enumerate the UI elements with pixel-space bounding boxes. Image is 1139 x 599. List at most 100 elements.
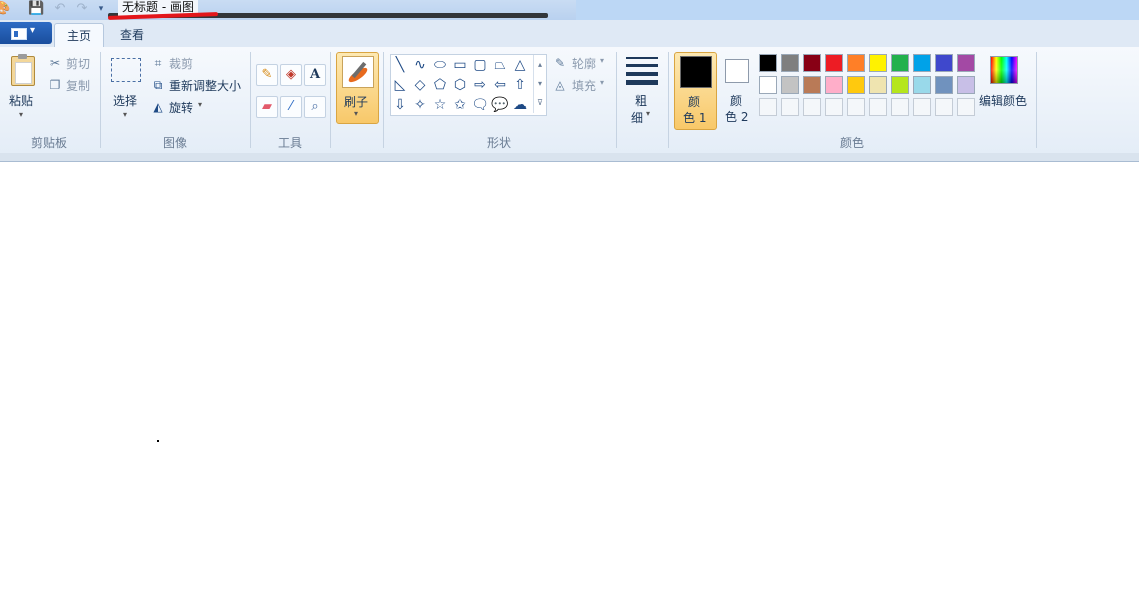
palette-swatch-empty[interactable] [825, 98, 843, 116]
palette-swatch[interactable] [847, 54, 865, 72]
gallery-expand-icon[interactable]: ⊽ [534, 93, 546, 112]
title-bar-fill [576, 0, 1139, 20]
copy-icon: ❐ [49, 78, 61, 92]
magnifier-icon[interactable]: ⌕ [304, 96, 326, 118]
shape-item[interactable]: 🗨 [471, 96, 489, 114]
palette-swatch-empty[interactable] [957, 98, 975, 116]
scroll-down-icon[interactable]: ▾ [534, 74, 546, 93]
size-line [626, 57, 658, 59]
select-label: 选择 [113, 94, 138, 108]
shape-item[interactable]: ⬭ [431, 56, 449, 74]
size-line [626, 64, 658, 67]
shape-item[interactable]: ⇦ [491, 76, 509, 94]
scroll-up-icon[interactable]: ▴ [534, 55, 546, 74]
palette-swatch[interactable] [913, 76, 931, 94]
shape-item[interactable]: ╲ [391, 56, 409, 74]
chevron-down-icon: ▾ [646, 109, 651, 118]
palette-swatch[interactable] [957, 54, 975, 72]
crop-icon: ⌗ [154, 56, 162, 70]
palette-swatch[interactable] [869, 54, 887, 72]
shapes-gallery-scroll[interactable]: ▴ ▾ ⊽ [533, 55, 546, 113]
outline-button[interactable]: 轮廓 [572, 55, 596, 72]
shape-item[interactable]: ⏢ [491, 56, 509, 74]
size-line [626, 72, 658, 76]
color-picker-icon[interactable]: ⁄ [280, 96, 302, 118]
tab-view[interactable]: 查看 [108, 23, 156, 47]
shape-item[interactable]: ⇨ [471, 76, 489, 94]
shape-item[interactable]: △ [511, 56, 529, 74]
edit-colors-label: 编辑颜色 [979, 94, 1028, 108]
palette-swatch[interactable] [891, 54, 909, 72]
shape-item[interactable]: ⇧ [511, 76, 529, 94]
palette-swatch[interactable] [803, 54, 821, 72]
palette-swatch[interactable] [935, 54, 953, 72]
palette-swatch-empty[interactable] [759, 98, 777, 116]
shape-item[interactable]: ◇ [411, 76, 429, 94]
shape-item[interactable]: ▢ [471, 56, 489, 74]
select-button[interactable]: 选择 ▾ [108, 54, 144, 120]
color2-label-line2: 色 2 [725, 110, 749, 124]
crop-button[interactable]: 裁剪 [169, 55, 193, 72]
shape-item[interactable]: ◺ [391, 76, 409, 94]
shape-item[interactable]: ☁ [511, 96, 529, 114]
palette-swatch[interactable] [847, 76, 865, 94]
text-tool-icon[interactable]: A [304, 64, 326, 86]
palette-swatch[interactable] [781, 54, 799, 72]
palette-swatch[interactable] [957, 76, 975, 94]
palette-swatch-empty[interactable] [803, 98, 821, 116]
fill-icon: ◬ [555, 78, 565, 92]
rotate-button[interactable]: 旋转 [169, 99, 193, 116]
size-button[interactable]: 粗 细 ▾ [622, 54, 662, 125]
palette-swatch[interactable] [891, 76, 909, 94]
shape-item[interactable]: ⇩ [391, 96, 409, 114]
copy-button[interactable]: 复制 [66, 77, 90, 94]
resize-button[interactable]: 重新调整大小 [169, 77, 241, 94]
color1-button[interactable]: 颜 色 1 [674, 52, 717, 130]
group-divider [668, 52, 669, 148]
cut-button[interactable]: 剪切 [66, 55, 90, 72]
application-menu-button[interactable]: ▾ [0, 22, 52, 44]
palette-swatch[interactable] [935, 76, 953, 94]
shape-item[interactable]: ✧ [411, 96, 429, 114]
shape-item[interactable]: ⬡ [451, 76, 469, 94]
brushes-button[interactable]: 刷子 ▾ [336, 52, 379, 124]
undo-icon[interactable]: ↶ [52, 1, 68, 17]
palette-swatch[interactable] [825, 54, 843, 72]
palette-swatch[interactable] [759, 76, 777, 94]
customize-dropdown-icon[interactable]: ▾ [93, 1, 109, 17]
palette-swatch-empty[interactable] [935, 98, 953, 116]
palette-swatch[interactable] [803, 76, 821, 94]
paste-label: 粘贴 [9, 94, 34, 108]
group-divider [100, 52, 101, 148]
shape-item[interactable]: ⬠ [431, 76, 449, 94]
palette-swatch[interactable] [869, 76, 887, 94]
shape-item[interactable]: ∿ [411, 56, 429, 74]
edit-colors-button[interactable]: 编辑颜色 [979, 54, 1032, 114]
eraser-icon[interactable]: ▰ [256, 96, 278, 118]
shape-item[interactable]: ✩ [451, 96, 469, 114]
drawing-canvas[interactable] [0, 162, 1139, 599]
fill-button[interactable]: 填充 [572, 77, 596, 94]
paint-app-icon[interactable]: 🎨 [0, 1, 10, 17]
palette-swatch-empty[interactable] [891, 98, 909, 116]
palette-swatch[interactable] [913, 54, 931, 72]
pencil-icon[interactable]: ✎ [256, 64, 278, 86]
shape-item[interactable]: ▭ [451, 56, 469, 74]
shape-item[interactable]: 💬 [491, 96, 509, 114]
color2-button[interactable]: 颜 色 2 [720, 52, 756, 128]
brushes-label: 刷子 [344, 95, 369, 109]
save-icon[interactable]: 💾 [28, 1, 44, 17]
palette-swatch-empty[interactable] [869, 98, 887, 116]
palette-swatch-empty[interactable] [847, 98, 865, 116]
palette-swatch[interactable] [781, 76, 799, 94]
palette-swatch[interactable] [759, 54, 777, 72]
color1-label-line1: 颜 [688, 95, 701, 109]
palette-swatch[interactable] [825, 76, 843, 94]
fill-bucket-icon[interactable]: ◈ [280, 64, 302, 86]
shape-item[interactable]: ☆ [431, 96, 449, 114]
paste-button[interactable]: 粘贴 ▾ [6, 54, 38, 119]
palette-swatch-empty[interactable] [913, 98, 931, 116]
tab-home[interactable]: 主页 [54, 23, 105, 49]
redo-icon[interactable]: ↷ [74, 1, 90, 17]
palette-swatch-empty[interactable] [781, 98, 799, 116]
